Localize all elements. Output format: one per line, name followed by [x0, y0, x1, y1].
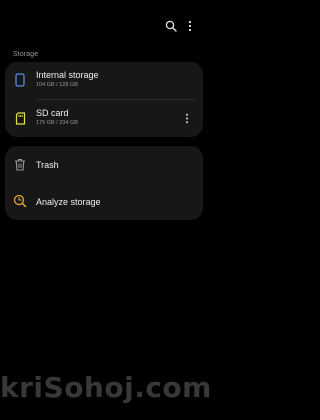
analyze-storage-icon	[12, 193, 28, 209]
top-bar	[0, 0, 208, 52]
phone-icon	[12, 72, 28, 88]
tools-item-analyze-storage[interactable]: Analyze storage	[5, 183, 203, 220]
storage-card: Internal storage 104 GB / 128 GB SD card…	[5, 62, 203, 137]
storage-item-usage: 104 GB / 128 GB	[36, 82, 78, 88]
trash-icon	[12, 156, 28, 172]
storage-item-usage: 175 GB / 234 GB	[36, 120, 78, 126]
more-vert-icon[interactable]	[181, 17, 199, 35]
tools-item-title: Analyze storage	[36, 197, 101, 207]
storage-item-title: Internal storage	[36, 70, 99, 80]
sd-card-icon	[12, 110, 28, 126]
tools-item-title: Trash	[36, 160, 59, 170]
storage-item-internal[interactable]: Internal storage 104 GB / 128 GB	[5, 62, 203, 99]
sd-card-more-icon[interactable]	[181, 111, 193, 125]
search-icon[interactable]	[162, 17, 180, 35]
tools-item-trash[interactable]: Trash	[5, 146, 203, 183]
storage-item-title: SD card	[36, 108, 69, 118]
watermark: kriSohoj.com	[0, 371, 212, 404]
storage-item-sd-card[interactable]: SD card 175 GB / 234 GB	[5, 100, 203, 137]
tools-card: Trash Analyze storage	[5, 146, 203, 220]
section-label-storage: Storage	[13, 51, 39, 58]
